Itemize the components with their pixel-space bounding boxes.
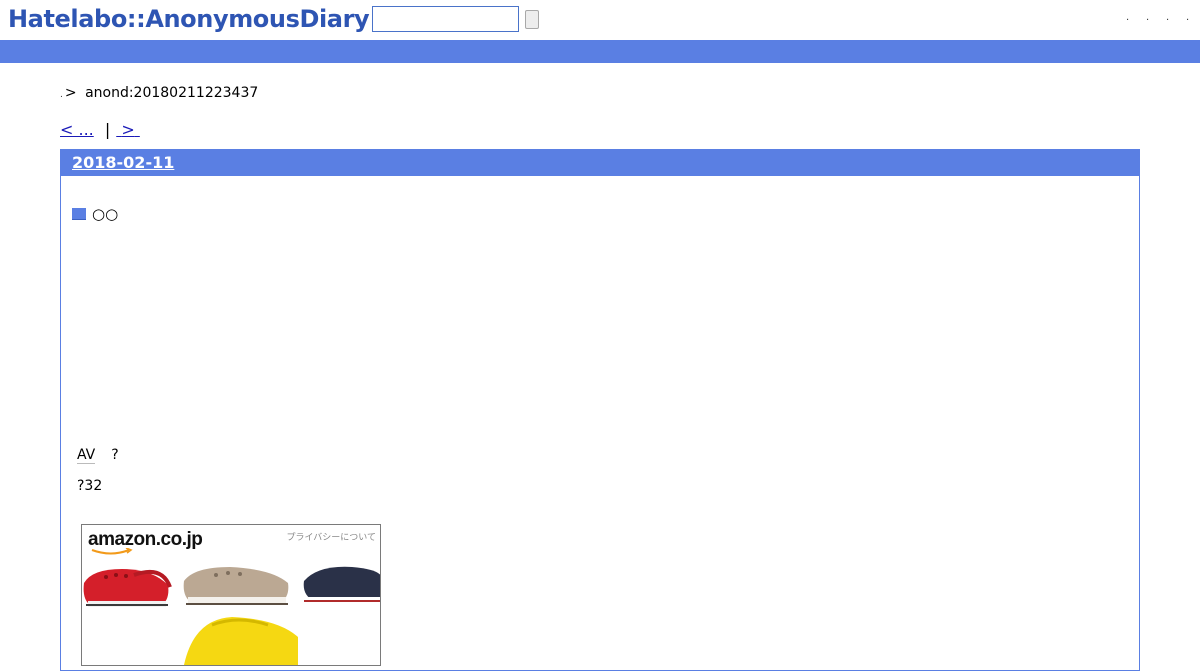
- day-date-link[interactable]: 2018-02-11: [72, 153, 174, 173]
- ad-product-images: [83, 566, 380, 665]
- top-link-3[interactable]: .: [1166, 12, 1169, 23]
- diary-day: 2018-02-11 ○○ AV? ?32 amazon.co.jp プライバシ…: [60, 149, 1140, 671]
- body-line: AV?: [77, 446, 119, 464]
- amazon-ad[interactable]: amazon.co.jp プライバシーについて: [81, 524, 381, 666]
- site-header: Hatelabo::AnonymousDiary . . . .: [0, 0, 1200, 40]
- search-input[interactable]: [372, 6, 519, 32]
- navy-clog-image: [303, 566, 380, 605]
- red-clog-image: [83, 569, 172, 607]
- top-link-2[interactable]: .: [1146, 12, 1149, 23]
- body-line: ?32: [77, 478, 103, 494]
- body-text: ?: [111, 447, 119, 463]
- pager: < ... | >: [60, 120, 140, 140]
- pager-divider: |: [104, 120, 111, 139]
- header-bar: [0, 40, 1200, 63]
- section-anchor-icon[interactable]: [72, 205, 92, 223]
- keyword-link[interactable]: AV: [77, 447, 96, 464]
- day-header: 2018-02-11: [61, 150, 1139, 176]
- next-entry-link[interactable]: >: [116, 120, 140, 139]
- beige-clog-image: [183, 567, 289, 605]
- prev-entry-link[interactable]: < ...: [60, 120, 94, 139]
- section-title: ○○: [72, 205, 118, 223]
- breadcrumb: . > anond:20180211223437: [60, 84, 258, 104]
- site-logo[interactable]: Hatelabo::AnonymousDiary: [8, 4, 370, 34]
- breadcrumb-separator: >: [64, 85, 77, 101]
- search-button[interactable]: [525, 10, 539, 29]
- top-link-1[interactable]: .: [1126, 12, 1129, 23]
- top-link-4[interactable]: .: [1186, 12, 1189, 23]
- section-title-text: ○○: [92, 205, 119, 223]
- breadcrumb-home-link[interactable]: .: [60, 90, 63, 100]
- breadcrumb-current: anond:20180211223437: [85, 85, 259, 101]
- yellow-clog-image: [184, 617, 298, 665]
